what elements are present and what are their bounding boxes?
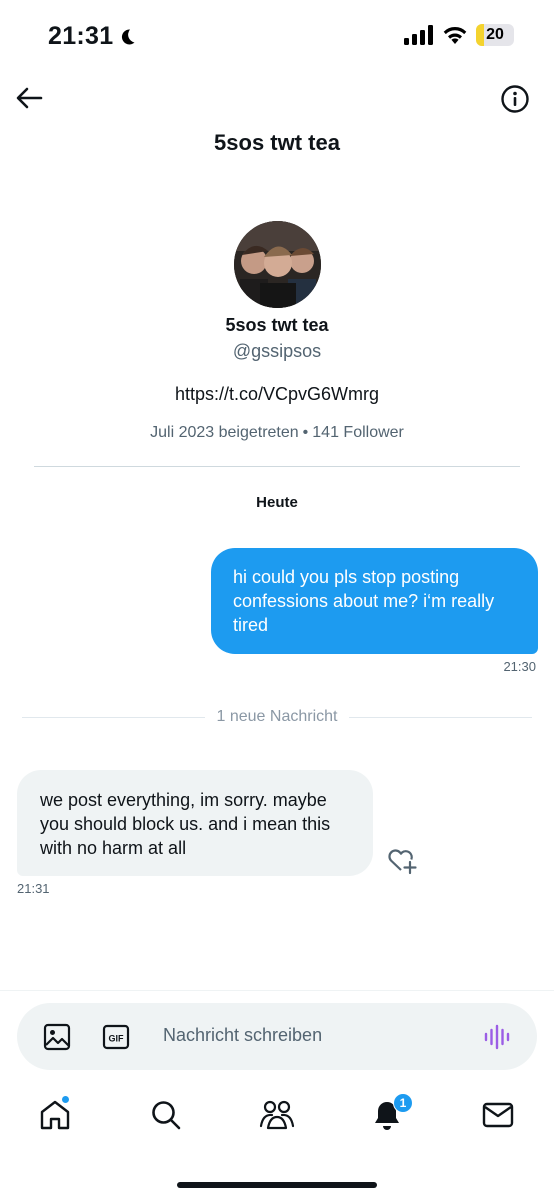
message-time-incoming: 21:31 [17,881,50,896]
clock-text: 21:31 [48,22,114,50]
status-indicators: 20 [404,24,514,46]
message-time-outgoing: 21:30 [503,659,536,674]
battery-level: 20 [486,26,504,43]
meta-separator: • [302,424,309,441]
avatar[interactable] [234,221,321,308]
battery-icon: 20 [476,24,514,46]
back-button[interactable] [14,84,44,112]
message-input[interactable] [163,1025,463,1046]
battery-fill [476,24,484,46]
notification-badge: 1 [393,1093,413,1113]
status-time: 21:31 [48,22,137,51]
image-icon [43,1023,71,1051]
tab-home[interactable] [37,1095,73,1133]
new-message-label: 1 neue Nachricht [216,708,338,725]
composer-divider [0,990,554,991]
new-message-divider: 1 neue Nachricht [22,707,532,727]
divider-line-left [22,716,205,718]
message-composer: GIF [17,1003,537,1070]
gif-button[interactable]: GIF [101,1022,131,1052]
back-arrow-icon [16,87,43,109]
status-bar: 21:31 20 [0,0,554,74]
profile-link[interactable]: https://t.co/VCpvG6Wmrg [0,384,554,405]
info-button[interactable] [500,84,530,114]
profile-meta: Juli 2023 beigetreten • 141 Follower [0,424,554,442]
heart-plus-icon [388,849,417,875]
profile-divider [34,466,520,467]
joined-date: Juli 2023 beigetreten [150,424,299,441]
page-title: 5sos twt tea [214,130,340,155]
message-bubble-outgoing[interactable]: hi could you pls stop posting confession… [211,548,538,654]
info-icon [501,85,529,113]
tab-communities[interactable] [259,1097,295,1133]
divider-line-right [349,716,532,718]
wifi-icon [443,27,467,44]
moon-icon [122,28,135,44]
tab-notifications[interactable]: 1 [369,1093,413,1133]
follower-count[interactable]: 141 Follower [312,424,404,441]
svg-text:GIF: GIF [109,1034,125,1044]
message-bubble-incoming[interactable]: we post everything, im sorry. maybe you … [17,770,373,876]
mail-icon [482,1102,514,1128]
communities-icon [259,1100,295,1130]
home-notification-dot [61,1095,70,1104]
day-label: Heute [256,494,298,511]
profile-name[interactable]: 5sos twt tea [0,315,554,336]
signal-icon [404,25,433,45]
image-button[interactable] [42,1022,72,1052]
profile-handle[interactable]: @gssipsos [0,341,554,362]
home-indicator [177,1182,377,1188]
search-icon [152,1101,181,1130]
voice-icon [484,1024,510,1050]
voice-message-button[interactable] [482,1022,512,1052]
avatar-photo [234,221,321,308]
tab-messages[interactable] [480,1097,516,1133]
add-reaction-button[interactable] [386,845,418,875]
gif-icon: GIF [102,1024,130,1050]
tab-search[interactable] [148,1097,184,1133]
